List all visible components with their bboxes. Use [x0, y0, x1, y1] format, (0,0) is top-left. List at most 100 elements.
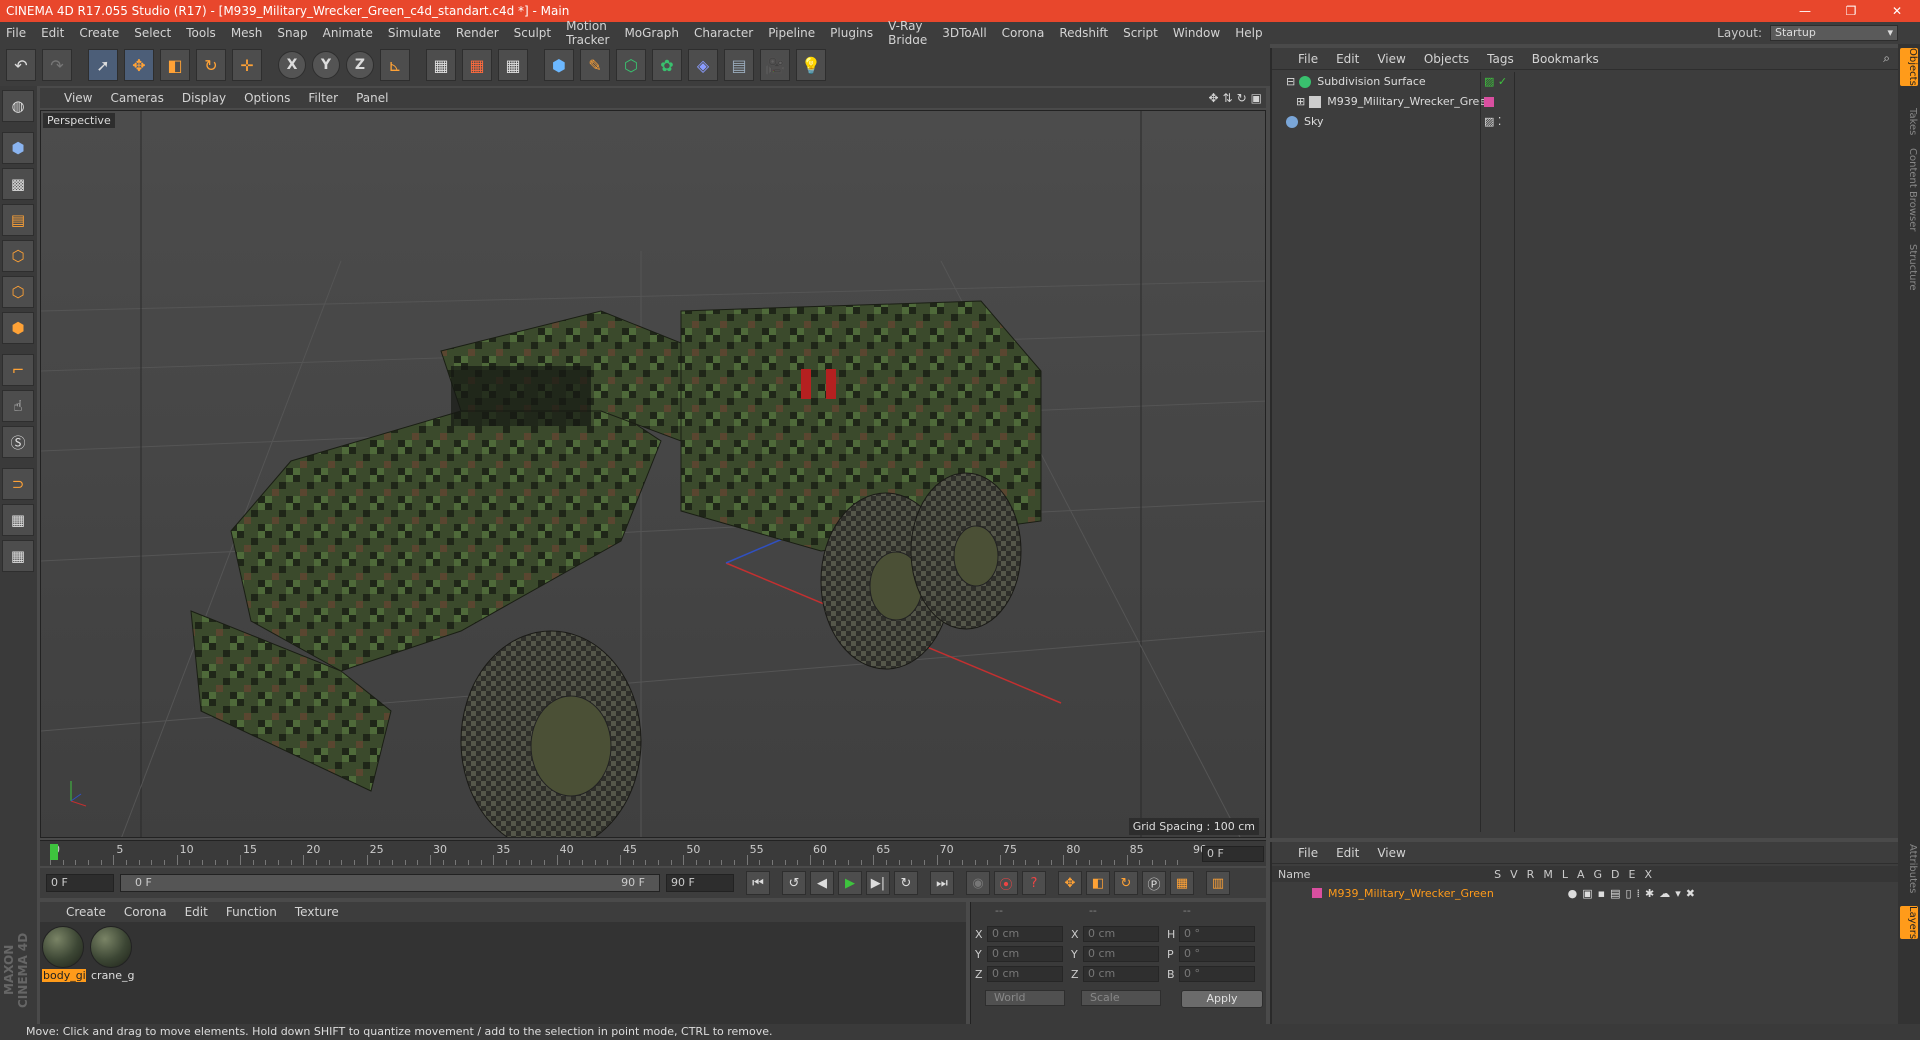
layer-toggle-icons[interactable]: ●▣▪▤▯⁞✱☁▾✖ [1568, 887, 1700, 900]
close-button[interactable]: ✕ [1874, 4, 1920, 18]
menu-pipeline[interactable]: Pipeline [768, 26, 815, 40]
model-mode-icon[interactable]: ⬢ [2, 132, 34, 164]
layer-menu-file[interactable]: File [1298, 846, 1318, 860]
menu-file[interactable]: File [6, 26, 26, 40]
tab-layers[interactable]: Layers [1900, 906, 1918, 940]
select-tool-icon[interactable]: ➚ [88, 49, 118, 81]
render-view-icon[interactable]: ▦ [426, 49, 456, 81]
material-menu-texture[interactable]: Texture [295, 905, 339, 919]
menu-mograph[interactable]: MoGraph [624, 26, 679, 40]
points-mode-icon[interactable]: ⬡ [2, 240, 34, 272]
viewport-menu-options[interactable]: Options [244, 91, 290, 105]
position-z-field[interactable]: 0 cm [987, 966, 1063, 982]
previous-key-icon[interactable]: ↺ [782, 871, 806, 895]
layer-col-expressions[interactable]: E [1629, 868, 1636, 881]
menu-plugins[interactable]: Plugins [830, 26, 873, 40]
object-row-subdivision[interactable]: ⊟ Subdivision Surface ▨ ✓ [1272, 72, 1900, 91]
polygons-mode-icon[interactable]: ⬢ [2, 312, 34, 344]
next-key-icon[interactable]: ↻ [894, 871, 918, 895]
material-menu-corona[interactable]: Corona [124, 905, 167, 919]
z-axis-lock-icon[interactable]: Z [346, 51, 374, 79]
light-icon[interactable]: 💡 [796, 49, 826, 81]
tab-objects[interactable]: Objects [1900, 48, 1918, 86]
collapse-icon[interactable]: ⊟ [1286, 75, 1295, 88]
position-y-field[interactable]: 0 cm [987, 946, 1063, 962]
scale-tool-icon[interactable]: ◧ [160, 49, 190, 81]
truck-model[interactable] [190, 300, 1042, 838]
keyframe-selection-icon[interactable]: ? [1022, 871, 1046, 895]
material-menu-function[interactable]: Function [226, 905, 277, 919]
rotate-tool-icon[interactable]: ↻ [196, 49, 226, 81]
solo-mode-icon[interactable]: Ⓢ [2, 426, 34, 458]
size-y-field[interactable]: 0 cm [1083, 946, 1159, 962]
size-z-field[interactable]: 0 cm [1083, 966, 1159, 982]
tab-structure[interactable]: Structure [1900, 244, 1918, 291]
tab-takes[interactable]: Takes [1900, 108, 1918, 135]
pen-spline-icon[interactable]: ✎ [580, 49, 610, 81]
layer-menu-view[interactable]: View [1377, 846, 1405, 860]
menu-tools[interactable]: Tools [186, 26, 216, 40]
layer-col-locked[interactable]: L [1562, 868, 1568, 881]
maximize-button[interactable]: ❐ [1828, 4, 1874, 18]
axis-mode-icon[interactable]: ⌐ [2, 354, 34, 386]
viewport-menu-filter[interactable]: Filter [308, 91, 338, 105]
visibility-dots-icon[interactable]: ▨ ⁚ [1484, 115, 1501, 128]
layer-col-view[interactable]: V [1510, 868, 1518, 881]
menu-edit[interactable]: Edit [41, 26, 64, 40]
zoom-view-icon[interactable]: ⇅ [1223, 91, 1233, 105]
material-menu-create[interactable]: Create [66, 905, 106, 919]
subdivision-icon[interactable]: ⬡ [616, 49, 646, 81]
edges-mode-icon[interactable]: ⬡ [2, 276, 34, 308]
deformer-icon[interactable]: ◈ [688, 49, 718, 81]
menu-3dtoall[interactable]: 3DToAll [942, 26, 986, 40]
size-x-field[interactable]: 0 cm [1083, 926, 1159, 942]
pan-view-icon[interactable]: ✥ [1208, 91, 1218, 105]
menu-script[interactable]: Script [1123, 26, 1158, 40]
layer-color-icon[interactable] [1484, 96, 1494, 107]
menu-snap[interactable]: Snap [277, 26, 307, 40]
menu-sculpt[interactable]: Sculpt [514, 26, 551, 40]
current-frame-marker[interactable] [50, 844, 58, 860]
key-scale-icon[interactable]: ◧ [1086, 871, 1110, 895]
size-mode-dropdown[interactable]: Scale [1081, 990, 1161, 1006]
go-to-start-icon[interactable]: ⏮ [746, 871, 770, 895]
timeline-ruler[interactable]: 051015202530354045505560657075808590 0 F [40, 840, 1266, 866]
start-frame-field[interactable]: 0 F [46, 874, 114, 892]
material-menu-edit[interactable]: Edit [185, 905, 208, 919]
viewport-menu-display[interactable]: Display [182, 91, 226, 105]
menu-animate[interactable]: Animate [323, 26, 373, 40]
layer-menu-edit[interactable]: Edit [1336, 846, 1359, 860]
menu-create[interactable]: Create [79, 26, 119, 40]
tweak-mode-icon[interactable]: ☝ [2, 390, 34, 422]
toggle-layout-icon[interactable]: ▣ [1251, 91, 1262, 105]
layout-select[interactable]: Startup [1770, 25, 1898, 41]
planar-workplane-icon[interactable]: ▦ [2, 540, 34, 572]
play-icon[interactable]: ▶ [838, 871, 862, 895]
y-axis-lock-icon[interactable]: Y [312, 51, 340, 79]
floor-icon[interactable]: ▤ [724, 49, 754, 81]
timeline-window-icon[interactable]: ▥ [1206, 871, 1230, 895]
key-rotation-icon[interactable]: ↻ [1114, 871, 1138, 895]
menu-character[interactable]: Character [694, 26, 753, 40]
enabled-check-icon[interactable]: ▨ ✓ [1484, 75, 1507, 88]
menu-redshift[interactable]: Redshift [1059, 26, 1108, 40]
object-row-truck[interactable]: ⊞ M939_Military_Wrecker_Green [1272, 92, 1900, 111]
object-menu-file[interactable]: File [1298, 52, 1318, 66]
snap-icon[interactable]: ⊃ [2, 468, 34, 500]
object-menu-edit[interactable]: Edit [1336, 52, 1359, 66]
layer-col-deformers[interactable]: D [1611, 868, 1619, 881]
key-parameter-icon[interactable]: Ⓟ [1142, 871, 1166, 895]
perspective-viewport[interactable]: Perspective Grid Spacing : 100 cm [40, 110, 1266, 838]
layer-row[interactable]: M939_Military_Wrecker_Green ●▣▪▤▯⁞✱☁▾✖ [1272, 884, 1900, 902]
menu-render[interactable]: Render [456, 26, 499, 40]
frame-range-slider[interactable]: 0 F 90 F [120, 874, 660, 892]
menu-window[interactable]: Window [1173, 26, 1220, 40]
menu-motion-tracker[interactable]: Motion Tracker [566, 19, 609, 47]
menu-select[interactable]: Select [134, 26, 171, 40]
menu-vray-bridge[interactable]: V-Ray Bridge [888, 19, 927, 47]
object-menu-tags[interactable]: Tags [1487, 52, 1514, 66]
expand-icon[interactable]: ⊞ [1296, 95, 1305, 108]
layer-col-animation[interactable]: A [1577, 868, 1585, 881]
key-pla-icon[interactable]: ▦ [1170, 871, 1194, 895]
render-picture-viewer-icon[interactable]: ▦ [462, 49, 492, 81]
